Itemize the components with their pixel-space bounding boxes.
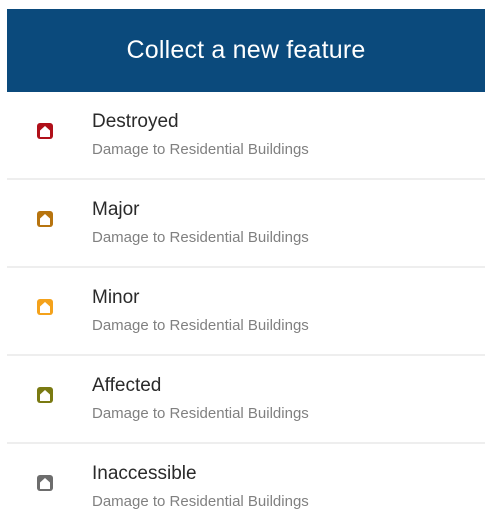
- template-title: Affected: [92, 375, 162, 396]
- house-destroyed-icon: [37, 123, 53, 139]
- template-title: Destroyed: [92, 111, 179, 132]
- template-item-minor[interactable]: Minor Damage to Residential Buildings: [7, 266, 485, 354]
- page-title: Collect a new feature: [126, 36, 366, 64]
- template-layer-name: Damage to Residential Buildings: [92, 405, 309, 422]
- template-layer-name: Damage to Residential Buildings: [92, 141, 309, 158]
- template-item-affected[interactable]: Affected Damage to Residential Buildings: [7, 354, 485, 442]
- template-title: Minor: [92, 287, 140, 308]
- template-layer-name: Damage to Residential Buildings: [92, 317, 309, 334]
- template-item-destroyed[interactable]: Destroyed Damage to Residential Building…: [7, 92, 485, 178]
- template-layer-name: Damage to Residential Buildings: [92, 493, 309, 510]
- house-affected-icon: [37, 387, 53, 403]
- house-major-icon: [37, 211, 53, 227]
- template-layer-name: Damage to Residential Buildings: [92, 229, 309, 246]
- app-header: Collect a new feature: [7, 9, 485, 92]
- house-minor-icon: [37, 299, 53, 315]
- template-item-major[interactable]: Major Damage to Residential Buildings: [7, 178, 485, 266]
- template-title: Inaccessible: [92, 463, 197, 484]
- template-item-inaccessible[interactable]: Inaccessible Damage to Residential Build…: [7, 442, 485, 530]
- template-title: Major: [92, 199, 140, 220]
- feature-template-list: Destroyed Damage to Residential Building…: [7, 92, 485, 530]
- house-inaccessible-icon: [37, 475, 53, 491]
